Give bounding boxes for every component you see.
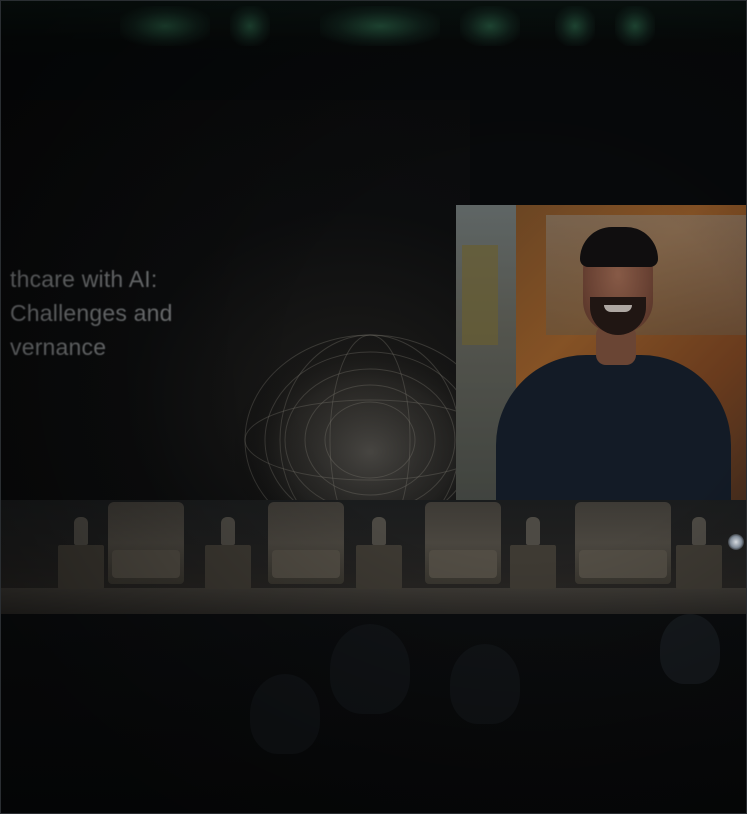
- audience-head: [660, 614, 720, 684]
- slide-title: thcare with AI: Challenges and vernance: [10, 262, 173, 364]
- ceiling-light: [460, 6, 520, 46]
- slide-title-line: thcare with AI:: [10, 266, 158, 292]
- side-table: [58, 517, 104, 589]
- audience: [0, 614, 747, 814]
- audience-head: [450, 644, 520, 724]
- ceiling-light: [320, 6, 440, 46]
- slide-title-line: Challenges and: [10, 300, 173, 326]
- side-table: [205, 517, 251, 589]
- side-table: [676, 517, 722, 589]
- ceiling-light: [120, 6, 210, 46]
- side-table: [510, 517, 556, 589]
- stage-chair: [425, 502, 501, 584]
- ceiling-light: [555, 6, 595, 46]
- audience-head: [250, 674, 320, 754]
- stage-chair: [268, 502, 344, 584]
- side-table: [356, 517, 402, 589]
- audience-head: [330, 624, 410, 714]
- video-feed-screen: [456, 205, 747, 502]
- conference-photo: thcare with AI: Challenges and vernance: [0, 0, 747, 814]
- stage-floor: [0, 588, 747, 616]
- stage-chair: [575, 502, 671, 584]
- ceiling-light: [230, 6, 270, 46]
- ceiling-lights: [0, 0, 747, 60]
- slide-title-line: vernance: [10, 334, 107, 360]
- ceiling-light: [615, 6, 655, 46]
- stage-light: [728, 534, 744, 550]
- stage-chair: [108, 502, 184, 584]
